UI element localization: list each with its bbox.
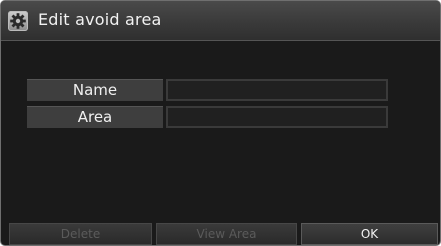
area-field[interactable] [166, 106, 388, 128]
view-area-button[interactable]: View Area [156, 223, 297, 245]
ok-button[interactable]: OK [301, 223, 438, 245]
button-bar: Delete View Area OK [1, 223, 440, 245]
title-bar: Edit avoid area [1, 1, 440, 41]
area-label: Area [27, 106, 163, 128]
gear-icon [8, 11, 28, 31]
page-title: Edit avoid area [38, 10, 162, 29]
name-row[interactable]: Name [27, 79, 388, 101]
edit-avoid-area-screen: Edit avoid area Name Area Delete View Ar… [0, 0, 441, 246]
delete-button[interactable]: Delete [9, 223, 152, 245]
name-label: Name [27, 79, 163, 101]
name-field[interactable] [166, 79, 388, 101]
area-row[interactable]: Area [27, 106, 388, 128]
